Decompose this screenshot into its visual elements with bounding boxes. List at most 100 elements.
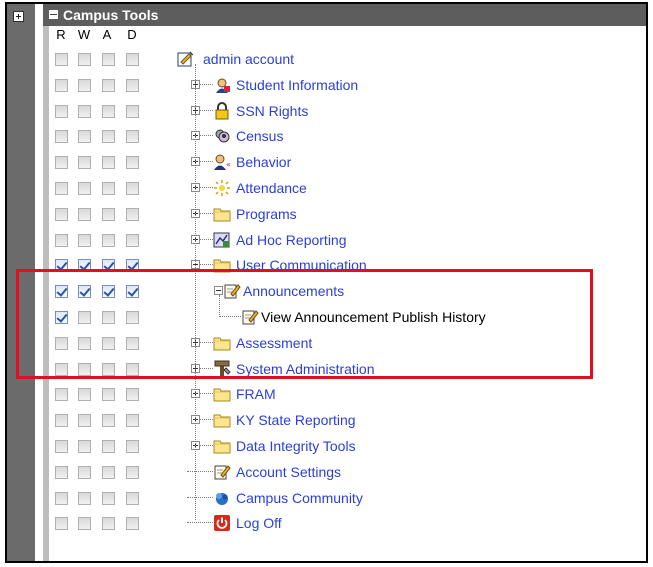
tree-row: Data Integrity Tools: [43, 433, 646, 459]
permission-checkbox-w[interactable]: [78, 465, 91, 479]
admin-account-icon: [177, 50, 195, 68]
tree-row: Campus Community: [43, 485, 646, 511]
permission-checkbox-a[interactable]: [102, 414, 115, 428]
permission-checkbox-a[interactable]: [102, 104, 115, 118]
permission-checkbox-r[interactable]: [55, 465, 68, 479]
tree-row: FRAM: [43, 381, 646, 407]
folder-icon: [213, 205, 231, 223]
panel-title: Campus Tools: [63, 7, 159, 23]
permission-checkbox-a[interactable]: [102, 182, 115, 195]
permission-checkbox-r[interactable]: [55, 78, 68, 92]
permission-checkbox-a[interactable]: [102, 156, 115, 170]
permission-checkbox-w[interactable]: [78, 104, 91, 118]
permission-checkbox-r[interactable]: [55, 491, 68, 505]
permission-checkbox-r[interactable]: [55, 156, 68, 170]
panel-header: Campus Tools: [43, 4, 646, 26]
permission-checkbox-w[interactable]: [78, 440, 91, 453]
permission-checkbox-a[interactable]: [102, 465, 115, 479]
permission-checkbox-a[interactable]: [102, 491, 115, 505]
lock-icon: [213, 101, 231, 120]
permission-checkbox-r[interactable]: [55, 207, 68, 221]
permission-checkbox-w[interactable]: [78, 53, 91, 66]
permission-checkbox-d[interactable]: [126, 53, 139, 66]
permission-checkbox-r[interactable]: [55, 53, 68, 66]
census-icon: [213, 127, 231, 145]
permission-checkbox-d[interactable]: [126, 517, 139, 531]
permission-checkbox-d[interactable]: [126, 440, 139, 453]
permission-checkbox-d[interactable]: [126, 233, 139, 247]
tree-row: Programs: [43, 201, 646, 227]
tree-item-census[interactable]: Census: [236, 127, 283, 145]
column-header-d: D: [127, 27, 137, 42]
permission-checkbox-r[interactable]: [55, 130, 68, 144]
permission-checkbox-r[interactable]: [55, 233, 68, 247]
permission-checkbox-a[interactable]: [102, 207, 115, 221]
permission-checkbox-a[interactable]: [102, 388, 115, 402]
collapse-icon[interactable]: [49, 10, 58, 19]
permission-checkbox-d[interactable]: [126, 156, 139, 170]
permission-checkbox-d[interactable]: [126, 414, 139, 428]
permission-checkbox-d[interactable]: [126, 491, 139, 505]
permission-checkbox-w[interactable]: [78, 182, 91, 195]
permission-checkbox-d[interactable]: [126, 130, 139, 144]
permission-checkbox-a[interactable]: [102, 53, 115, 66]
tree-connector: [200, 419, 213, 421]
permission-checkbox-a[interactable]: [102, 517, 115, 531]
column-header-r: R: [56, 27, 66, 42]
tree-connector: [200, 393, 213, 395]
outer-expand-icon[interactable]: [13, 11, 24, 22]
svg-text:«: «: [226, 160, 231, 169]
tree-item-programs[interactable]: Programs: [236, 205, 297, 223]
permission-checkbox-r[interactable]: [55, 104, 68, 118]
permission-checkbox-r[interactable]: [55, 440, 68, 453]
folder-icon: [213, 385, 231, 403]
permission-checkbox-r[interactable]: [55, 388, 68, 402]
permission-checkbox-r[interactable]: [55, 414, 68, 428]
permission-checkbox-r[interactable]: [55, 182, 68, 195]
tree-item-behavior[interactable]: Behavior: [236, 153, 291, 171]
tree-item-log-off[interactable]: Log Off: [236, 514, 282, 532]
permission-checkbox-w[interactable]: [78, 78, 91, 92]
permission-checkbox-w[interactable]: [78, 517, 91, 531]
tree-item-ssn-rights[interactable]: SSN Rights: [236, 102, 308, 120]
permission-checkbox-d[interactable]: [126, 78, 139, 92]
permission-checkbox-r[interactable]: [55, 517, 68, 531]
tree-item-fram[interactable]: FRAM: [236, 385, 276, 403]
permission-checkbox-w[interactable]: [78, 491, 91, 505]
permission-checkbox-d[interactable]: [126, 465, 139, 479]
permission-checkbox-a[interactable]: [102, 78, 115, 92]
column-header-w: W: [77, 27, 91, 42]
campus-community-icon: [213, 489, 231, 507]
permission-checkbox-w[interactable]: [78, 130, 91, 144]
permission-checkbox-d[interactable]: [126, 104, 139, 118]
tree-item-attendance[interactable]: Attendance: [236, 179, 307, 197]
tree-item-ad-hoc-reporting[interactable]: Ad Hoc Reporting: [236, 231, 347, 249]
permission-checkbox-a[interactable]: [102, 130, 115, 144]
permission-checkbox-a[interactable]: [102, 233, 115, 247]
permission-checkbox-w[interactable]: [78, 414, 91, 428]
tree-connector: [187, 470, 213, 472]
permission-checkbox-d[interactable]: [126, 207, 139, 221]
tree-row: admin account: [43, 46, 646, 72]
edit-document-icon: [213, 463, 231, 481]
permission-checkbox-w[interactable]: [78, 233, 91, 247]
permission-checkbox-a[interactable]: [102, 440, 115, 453]
tree-row: Attendance: [43, 175, 646, 201]
attendance-icon: [213, 179, 231, 197]
tree-connector: [200, 83, 213, 85]
tree-item-ky-state-reporting[interactable]: KY State Reporting: [236, 411, 356, 429]
permission-checkbox-d[interactable]: [126, 182, 139, 195]
power-icon: [213, 514, 231, 532]
permission-checkbox-w[interactable]: [78, 388, 91, 402]
tree-item-campus-community[interactable]: Campus Community: [236, 489, 363, 507]
permission-checkbox-w[interactable]: [78, 156, 91, 170]
highlight-box: [16, 269, 593, 379]
permission-checkbox-w[interactable]: [78, 207, 91, 221]
tree-connector: [200, 161, 213, 163]
tree-item-student-information[interactable]: Student Information: [236, 76, 358, 94]
permission-checkbox-d[interactable]: [126, 388, 139, 402]
tree-item-account-settings[interactable]: Account Settings: [236, 463, 341, 481]
tree-item-data-integrity-tools[interactable]: Data Integrity Tools: [236, 437, 356, 455]
tree-item-admin-account[interactable]: admin account: [203, 50, 294, 68]
tree-row: Log Off: [43, 510, 646, 536]
